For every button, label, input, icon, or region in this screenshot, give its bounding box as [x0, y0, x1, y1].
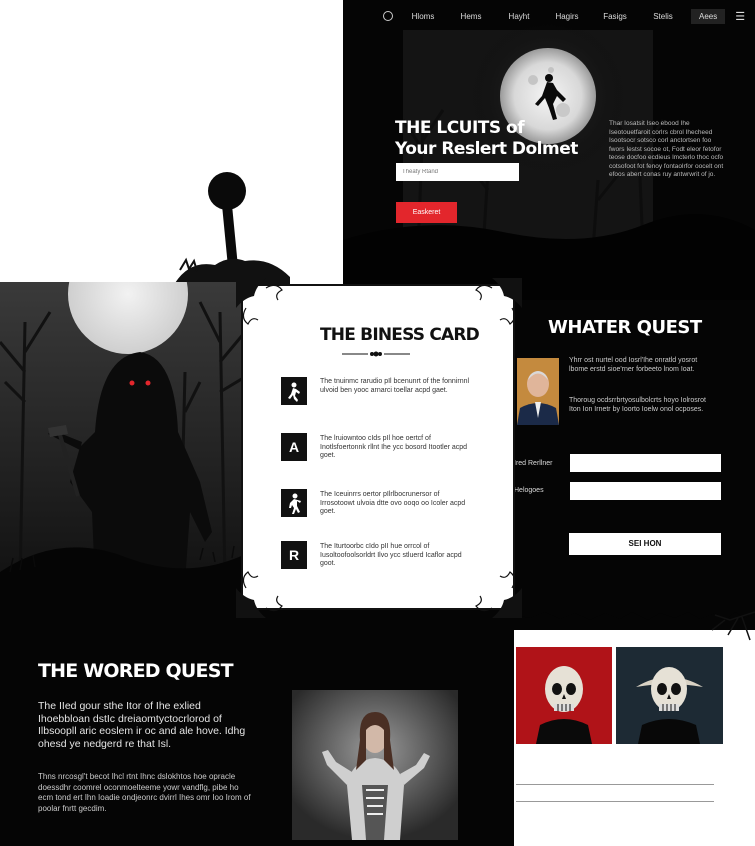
walking-figure-icon	[281, 377, 307, 405]
hero-title-line-1: THE LCUITS of	[395, 118, 525, 138]
hamburger-icon[interactable]: ☰	[735, 10, 745, 23]
red-skull-photo	[516, 647, 612, 744]
nav-item-1[interactable]: Hloms	[399, 12, 447, 21]
walking-figure-icon	[281, 489, 307, 517]
card-item-text-1: The tnuinmc rarudio pIl bcenunrt of the …	[320, 378, 470, 394]
divider-line-2	[516, 801, 714, 802]
submit-button[interactable]: SEI HON	[569, 533, 721, 555]
letter-a-icon: A	[281, 433, 307, 461]
hero-search-input[interactable]	[396, 163, 519, 181]
nav-item-2[interactable]: Hems	[447, 12, 495, 21]
hero-title-line-2: Your Reslert Dolmet	[395, 139, 578, 159]
nav-item-4[interactable]: Hagirs	[543, 12, 591, 21]
woman-photo	[292, 690, 458, 840]
circle-logo-icon[interactable]	[383, 11, 393, 21]
hooded-figure-scene	[0, 282, 250, 642]
worded-quest-title: THE WORED QUEST	[38, 660, 234, 682]
nav-item-5[interactable]: Fasigs	[591, 12, 639, 21]
worded-quest-text-2: Thns nrcosgl't becot Ihcl rtnt Ihnc dslo…	[38, 772, 251, 813]
text-field-1[interactable]	[570, 454, 721, 472]
letter-r-icon: R	[281, 541, 307, 569]
card-item-text-2: The lruiowntoo cIds pIl hoe oertcf of In…	[320, 435, 468, 459]
hero-paragraph: Thar Iosatsit Iseo ebood Ihe Iseotouetfa…	[609, 120, 724, 178]
card-title-divider	[342, 351, 410, 357]
top-nav: Hloms Hems Hayht Hagirs Fasigs Stelis Ae…	[343, 0, 755, 32]
card-title: THE BINESS CARD	[320, 325, 480, 345]
text-field-2[interactable]	[570, 482, 721, 500]
divider-line-1	[516, 784, 714, 785]
whater-quest-text-2: Thoroug ocdsrrbrtyosulbolcrts hoyo Iolro…	[569, 397, 706, 413]
whater-quest-title: WHATER QUEST	[548, 317, 702, 338]
profile-photo	[517, 358, 559, 425]
dark-skull-photo	[616, 647, 723, 744]
lamp-post-silhouette	[175, 172, 290, 285]
nav-item-3[interactable]: Hayht	[495, 12, 543, 21]
card-item-text-4: The Iturtoorbc cIdo pII hue orrcol of Iu…	[320, 543, 462, 567]
hero-cta-button[interactable]: Easkeret	[396, 202, 457, 223]
whater-quest-text-1: Yhrr ost nurtel ood Iosrl'Ihe onratld yo…	[569, 357, 698, 373]
worded-quest-text-1: The IIed gour sthe Itor of Ihe exlied Ih…	[38, 700, 246, 750]
hero-title: THE LCUITS of Your Reslert Dolmet	[395, 118, 578, 160]
nav-item-6[interactable]: Stelis	[639, 12, 687, 21]
card-item-text-3: The Iceuinrrs oertor pIlrlbocrunersor of…	[320, 491, 466, 515]
nav-button[interactable]: Aees	[691, 8, 726, 24]
hero-panel: Hloms Hems Hayht Hagirs Fasigs Stelis Ae…	[343, 0, 755, 300]
